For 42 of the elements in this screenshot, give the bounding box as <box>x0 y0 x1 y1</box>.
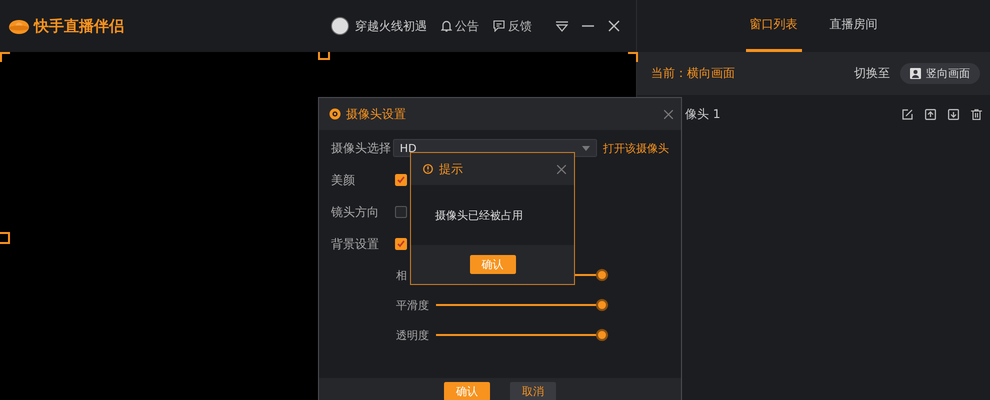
minimize-icon[interactable] <box>582 25 594 27</box>
source-name[interactable]: 像头 1 <box>685 106 720 122</box>
slider-label: 透明度 <box>396 328 430 342</box>
upload-icon[interactable] <box>925 108 936 120</box>
notice-button[interactable]: 公告 <box>441 18 479 34</box>
edit-icon[interactable] <box>902 108 913 120</box>
trash-icon[interactable] <box>971 108 982 120</box>
close-icon[interactable] <box>608 20 620 32</box>
filter-icon[interactable] <box>556 20 568 32</box>
download-icon[interactable] <box>948 108 959 120</box>
alert-message: 摄像头已经被占用 <box>435 208 523 222</box>
slider-label: 相 <box>396 268 408 282</box>
feedback-button[interactable]: 反馈 <box>493 18 532 34</box>
portrait-button[interactable]: 竖向画面 <box>900 63 980 84</box>
open-camera-link[interactable]: 打开该摄像头 <box>603 140 669 156</box>
caret-icon <box>582 146 590 150</box>
corner-mark <box>0 232 10 244</box>
app-title: 快手直播伴侣 <box>34 16 124 36</box>
cancel-button[interactable]: 取消 <box>510 382 556 400</box>
field-label: 摄像头选择 <box>331 140 392 156</box>
user-name: 穿越火线初遇 <box>355 18 427 34</box>
checkbox[interactable] <box>395 238 407 250</box>
corner-mark <box>0 52 10 62</box>
dialog-title: 摄像头设置 <box>346 106 406 122</box>
warning-icon <box>423 164 433 174</box>
checkbox[interactable] <box>395 174 407 186</box>
checkbox[interactable] <box>395 206 407 218</box>
camera-icon <box>329 108 341 120</box>
switch-label: 切换至 <box>854 65 890 82</box>
field-label: 美颜 <box>331 172 356 188</box>
field-label: 镜头方向 <box>331 204 380 220</box>
avatar[interactable] <box>331 17 349 35</box>
slider-label: 平滑度 <box>396 298 430 312</box>
chat-icon <box>493 20 505 32</box>
current-orientation: 当前：横向画面 <box>651 65 735 82</box>
panel-tab[interactable]: 直播房间 <box>826 0 882 52</box>
corner-mark <box>318 52 330 60</box>
bell-icon <box>441 20 452 32</box>
logo-icon <box>8 17 30 35</box>
field-label: 背景设置 <box>331 236 380 252</box>
alert-title: 提示 <box>439 160 463 178</box>
person-icon <box>910 68 921 79</box>
